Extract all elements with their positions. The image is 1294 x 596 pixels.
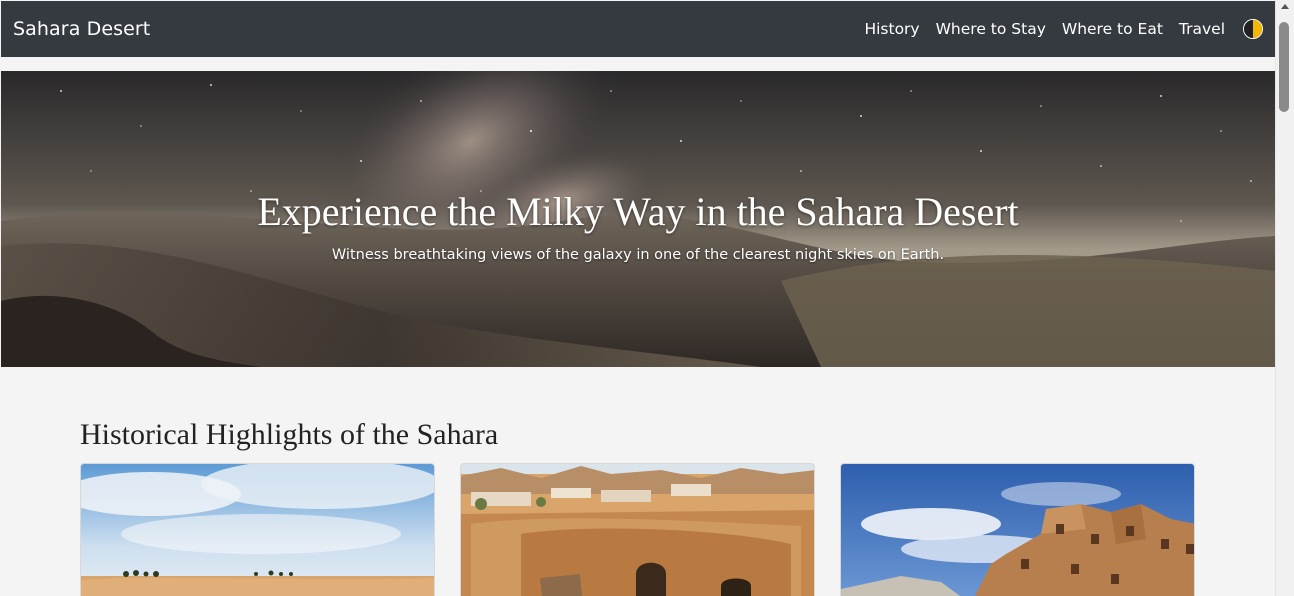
hero-subtitle: Witness breathtaking views of the galaxy… xyxy=(331,246,945,263)
troglodyte-cave-dwelling-photo xyxy=(461,464,814,596)
hero-title: Experience the Milky Way in the Sahara D… xyxy=(257,188,1019,234)
theme-toggle-dark-half xyxy=(1244,20,1253,38)
nav-link-travel[interactable]: Travel xyxy=(1179,20,1225,38)
nav-link-history[interactable]: History xyxy=(864,20,919,38)
nav-links: History Where to Stay Where to Eat Trave… xyxy=(864,19,1263,39)
scroll-thumb[interactable] xyxy=(1279,22,1289,112)
ksar-granary-ruins-photo xyxy=(841,464,1194,596)
theme-toggle-icon[interactable] xyxy=(1243,19,1263,39)
hero-banner: Experience the Milky Way in the Sahara D… xyxy=(1,71,1275,367)
nav-link-where-to-eat[interactable]: Where to Eat xyxy=(1062,20,1163,38)
history-section-title: Historical Highlights of the Sahara xyxy=(80,418,499,451)
sahara-dunes-oasis-photo xyxy=(81,464,434,596)
theme-toggle-light-half xyxy=(1253,20,1262,38)
history-card-ksar-granary[interactable] xyxy=(840,463,1195,596)
brand-link[interactable]: Sahara Desert xyxy=(13,18,150,40)
history-card-dunes[interactable] xyxy=(80,463,435,596)
history-card-cave-dwelling[interactable] xyxy=(460,463,815,596)
scroll-up-arrow-icon[interactable] xyxy=(1281,4,1289,9)
page-scrollbar[interactable] xyxy=(1275,0,1294,596)
hero-content: Experience the Milky Way in the Sahara D… xyxy=(1,71,1275,367)
nav-link-where-to-stay[interactable]: Where to Stay xyxy=(936,20,1046,38)
top-navbar: Sahara Desert History Where to Stay Wher… xyxy=(1,1,1275,57)
